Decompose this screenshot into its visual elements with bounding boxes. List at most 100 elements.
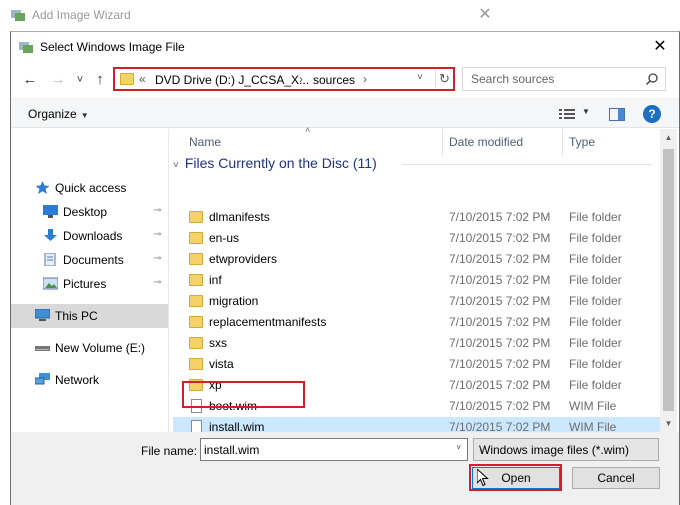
dialog-titlebar: Select Windows Image File ✕ bbox=[11, 32, 679, 63]
file-name: dlmanifests bbox=[209, 210, 270, 224]
column-header-type[interactable]: Type bbox=[563, 129, 655, 155]
wizard-title: Add Image Wizard bbox=[32, 8, 131, 22]
search-box[interactable] bbox=[462, 67, 666, 91]
file-name-input[interactable] bbox=[204, 442, 444, 457]
file-name: inf bbox=[209, 273, 222, 287]
group-divider bbox=[402, 164, 652, 165]
dialog-footer: File name: ˅ Windows image files (*.wim)… bbox=[11, 432, 679, 505]
chevron-down-icon[interactable]: ˅ bbox=[479, 443, 652, 457]
sidebar-item-downloads[interactable]: Downloads ⊸ bbox=[11, 224, 168, 248]
file-name-combobox[interactable]: ˅ bbox=[200, 438, 468, 461]
file-type: File folder bbox=[569, 252, 622, 266]
wizard-titlebar: Add Image Wizard ✕ bbox=[0, 0, 500, 31]
address-dropdown-icon[interactable]: ˅ bbox=[417, 72, 423, 83]
file-date: 7/10/2015 7:02 PM bbox=[449, 294, 551, 308]
file-name: migration bbox=[209, 294, 259, 308]
pin-icon[interactable]: ⊸ bbox=[153, 253, 161, 264]
file-date: 7/10/2015 7:02 PM bbox=[449, 378, 551, 392]
pin-icon[interactable]: ⊸ bbox=[153, 205, 161, 216]
file-name: vista bbox=[209, 357, 234, 371]
breadcrumb-dvd-drive[interactable]: DVD Drive (D:) J_CCSA_X... bbox=[155, 73, 309, 87]
sidebar-item-label: This PC bbox=[55, 309, 98, 323]
file-date: 7/10/2015 7:02 PM bbox=[449, 315, 551, 329]
breadcrumb-separator-icon[interactable]: › bbox=[299, 72, 303, 86]
star-icon bbox=[35, 181, 50, 194]
wizard-close-icon[interactable]: ✕ bbox=[474, 4, 496, 26]
breadcrumb-separator-icon[interactable]: › bbox=[363, 72, 367, 86]
pictures-icon bbox=[43, 277, 58, 290]
folder-icon bbox=[189, 295, 203, 307]
group-header[interactable]: ˅ Files Currently on the Disc (11) bbox=[173, 155, 377, 171]
sidebar-item-quick-access[interactable]: Quick access bbox=[11, 176, 168, 200]
forward-arrow-icon[interactable]: → bbox=[49, 71, 67, 89]
download-icon bbox=[44, 229, 57, 241]
drive-icon bbox=[35, 346, 50, 351]
folder-icon bbox=[189, 253, 203, 265]
help-icon[interactable]: ? bbox=[643, 105, 661, 123]
search-icon[interactable] bbox=[645, 72, 659, 86]
selection-highlight-box bbox=[182, 381, 305, 408]
mouse-cursor-icon bbox=[477, 469, 489, 487]
file-type-select[interactable]: Windows image files (*.wim) ˅ bbox=[473, 438, 659, 461]
file-row[interactable]: replacementmanifests 7/10/2015 7:02 PM F… bbox=[173, 312, 661, 333]
scrollbar-thumb[interactable] bbox=[663, 149, 674, 411]
column-header-date-modified[interactable]: Date modified bbox=[443, 129, 563, 155]
sidebar-item-documents[interactable]: Documents ⊸ bbox=[11, 248, 168, 272]
computer-icon bbox=[35, 309, 50, 321]
file-date: 7/10/2015 7:02 PM bbox=[449, 336, 551, 350]
file-type: File folder bbox=[569, 315, 622, 329]
folder-icon bbox=[189, 232, 203, 244]
file-date: 7/10/2015 7:02 PM bbox=[449, 252, 551, 266]
scroll-down-icon[interactable]: ▼ bbox=[660, 415, 677, 432]
file-date: 7/10/2015 7:02 PM bbox=[449, 357, 551, 371]
search-input[interactable] bbox=[471, 71, 641, 87]
desktop-icon bbox=[43, 205, 58, 218]
sidebar-item-this-pc[interactable]: This PC bbox=[11, 304, 168, 328]
dialog-close-icon[interactable]: ✕ bbox=[649, 36, 671, 58]
select-file-dialog: Select Windows Image File ✕ ← → ˅ ↑ « DV… bbox=[10, 31, 680, 505]
file-date: 7/10/2015 7:02 PM bbox=[449, 210, 551, 224]
file-type: File folder bbox=[569, 378, 622, 392]
sidebar-item-pictures[interactable]: Pictures ⊸ bbox=[11, 272, 168, 296]
refresh-icon[interactable]: ↻ bbox=[435, 70, 453, 88]
file-row[interactable]: migration 7/10/2015 7:02 PM File folder bbox=[173, 291, 661, 312]
sidebar-item-network[interactable]: Network bbox=[11, 368, 168, 392]
caret-down-icon: ▼ bbox=[80, 111, 89, 120]
overflow-chevron-icon[interactable]: « bbox=[139, 72, 146, 86]
file-name: sxs bbox=[209, 336, 227, 350]
preview-pane-icon[interactable] bbox=[609, 108, 625, 121]
pin-icon[interactable]: ⊸ bbox=[153, 277, 161, 288]
file-row[interactable]: inf 7/10/2015 7:02 PM File folder bbox=[173, 270, 661, 291]
pin-icon[interactable]: ⊸ bbox=[153, 229, 161, 240]
back-arrow-icon[interactable]: ← bbox=[21, 71, 39, 89]
sidebar-item-label: Downloads bbox=[63, 229, 123, 243]
organize-menu[interactable]: Organize ▼ bbox=[28, 107, 89, 121]
network-icon bbox=[35, 373, 50, 385]
dialog-app-icon bbox=[19, 42, 33, 53]
up-arrow-icon[interactable]: ↑ bbox=[91, 71, 109, 89]
navigation-pane: Quick access Desktop ⊸ Downloads ⊸ Docum… bbox=[11, 129, 169, 432]
breadcrumb-sources[interactable]: sources bbox=[313, 73, 355, 87]
cancel-button[interactable]: Cancel bbox=[572, 467, 660, 489]
view-details-icon[interactable] bbox=[559, 108, 575, 120]
file-row[interactable]: sxs 7/10/2015 7:02 PM File folder bbox=[173, 333, 661, 354]
sidebar-item-new-volume[interactable]: New Volume (E:) bbox=[11, 336, 168, 360]
scroll-up-icon[interactable]: ▲ bbox=[660, 129, 677, 146]
sidebar-item-label: New Volume (E:) bbox=[55, 341, 146, 355]
file-row[interactable]: etwproviders 7/10/2015 7:02 PM File fold… bbox=[173, 249, 661, 270]
group-collapse-chevron-icon[interactable]: ˅ bbox=[173, 160, 179, 171]
sidebar-item-desktop[interactable]: Desktop ⊸ bbox=[11, 200, 168, 224]
file-list-scrollbar[interactable]: ▲ ▼ bbox=[660, 129, 677, 432]
view-options-caret-icon[interactable]: ▼ bbox=[582, 107, 590, 116]
file-name-label: File name: bbox=[141, 444, 198, 458]
file-row[interactable]: en-us 7/10/2015 7:02 PM File folder bbox=[173, 228, 661, 249]
file-row[interactable]: dlmanifests 7/10/2015 7:02 PM File folde… bbox=[173, 207, 661, 228]
column-header-name[interactable]: Name bbox=[183, 129, 443, 155]
folder-icon bbox=[189, 274, 203, 286]
chevron-down-icon[interactable]: ˅ bbox=[456, 443, 461, 452]
file-row[interactable]: vista 7/10/2015 7:02 PM File folder bbox=[173, 354, 661, 375]
address-bar[interactable]: « DVD Drive (D:) J_CCSA_X... › sources ›… bbox=[113, 67, 455, 91]
file-type: File folder bbox=[569, 357, 622, 371]
file-date: 7/10/2015 7:02 PM bbox=[449, 231, 551, 245]
recent-locations-chevron-icon[interactable]: ˅ bbox=[71, 71, 89, 89]
